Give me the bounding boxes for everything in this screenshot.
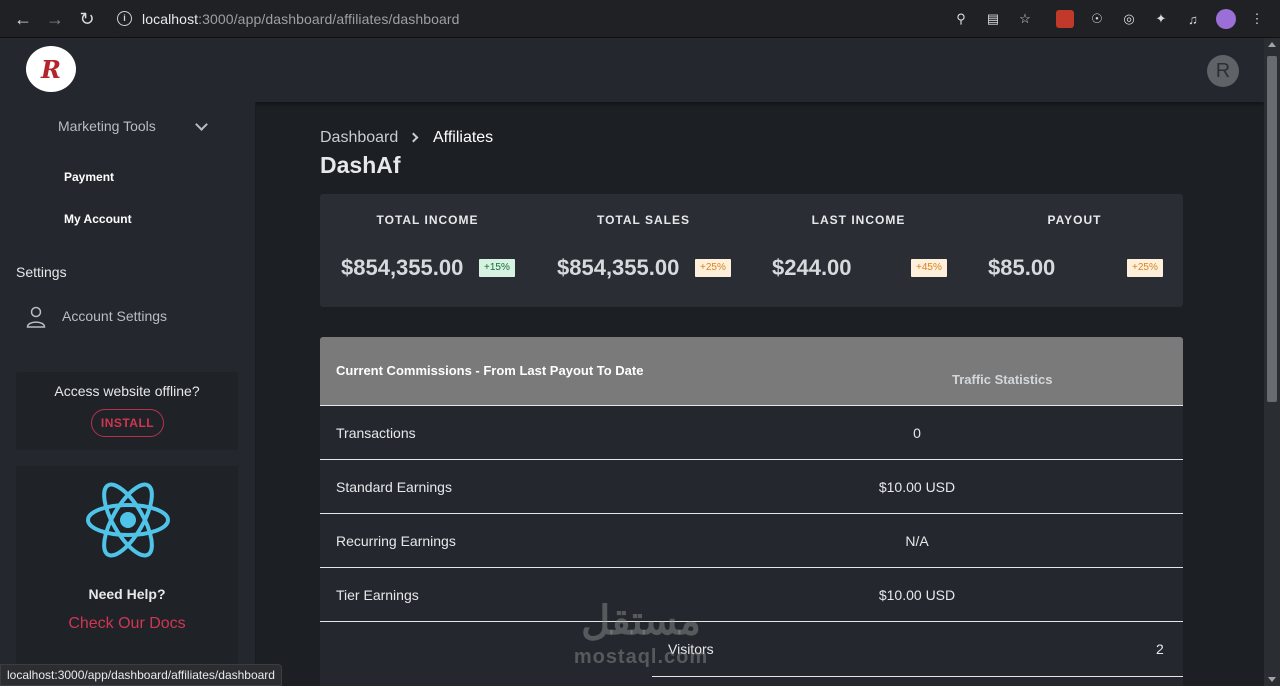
translate-icon[interactable]: ▤ <box>984 10 1002 28</box>
scroll-thumb[interactable] <box>1267 56 1277 402</box>
reload-icon[interactable]: ↻ <box>76 8 98 30</box>
menu-icon[interactable]: ⋮ <box>1248 10 1266 28</box>
help-card: Need Help? Check Our Docs <box>16 466 238 686</box>
stat-value: $85.00 <box>988 255 1056 280</box>
sidebar: Marketing Tools Payment My Account Setti… <box>0 102 256 686</box>
star-icon[interactable]: ☆ <box>1016 10 1034 28</box>
stat-label: LAST INCOME <box>811 213 906 227</box>
sidebar-item-payment[interactable]: Payment <box>64 170 114 184</box>
stat-badge: +15% <box>479 259 515 277</box>
row-divider <box>652 676 1183 677</box>
row-value: $10.00 USD <box>878 479 956 495</box>
breadcrumb-dashboard[interactable]: Dashboard <box>320 129 398 147</box>
address-url[interactable]: localhost:3000/app/dashboard/affiliates/… <box>142 11 460 27</box>
user-icon <box>26 306 46 328</box>
page-scrollbar[interactable] <box>1264 38 1280 686</box>
extension-icon[interactable] <box>1056 10 1074 28</box>
app-logo[interactable]: R <box>26 46 76 92</box>
site-info-icon[interactable]: i <box>117 11 132 26</box>
row-value: 2 <box>1156 641 1164 657</box>
chevron-right-icon <box>408 132 419 143</box>
row-value: $10.00 USD <box>878 587 956 603</box>
stat-total-sales: TOTAL SALES $854,355.00 +25% <box>536 194 751 307</box>
stat-value: $244.00 <box>772 255 852 280</box>
stat-badge: +45% <box>911 259 947 277</box>
forward-icon[interactable]: → <box>44 8 66 30</box>
breadcrumb-affiliates: Affiliates <box>433 129 494 146</box>
install-button[interactable]: INSTALL <box>91 409 164 437</box>
header-traffic-statistics: Traffic Statistics <box>952 372 1053 387</box>
stat-label: TOTAL INCOME <box>376 213 479 227</box>
user-avatar[interactable]: R <box>1207 55 1239 87</box>
docs-link[interactable]: Check Our Docs <box>16 615 238 633</box>
media-icon[interactable]: ♫ <box>1184 10 1202 28</box>
row-label: Visitors <box>668 641 714 657</box>
scroll-up-icon[interactable] <box>1268 42 1276 47</box>
row-value: 0 <box>913 425 921 441</box>
key-icon[interactable]: ⚲ <box>952 10 970 28</box>
shield-icon[interactable]: ☉ <box>1088 10 1106 28</box>
commissions-table: Current Commissions - From Last Payout T… <box>320 337 1183 686</box>
stat-last-income: LAST INCOME $244.00 +45% <box>751 194 966 307</box>
table-header: Current Commissions - From Last Payout T… <box>320 337 1183 406</box>
traffic-row-visitors: Visitors 2 <box>320 622 1183 676</box>
page-title: DashAf <box>320 152 401 178</box>
stat-label: PAYOUT <box>1047 213 1102 227</box>
sidebar-section-settings: Settings <box>16 264 67 280</box>
header-commissions: Current Commissions - From Last Payout T… <box>336 363 644 378</box>
stat-value: $854,355.00 <box>557 255 680 280</box>
stat-badge: +25% <box>695 259 731 277</box>
profile-icon[interactable] <box>1216 9 1236 29</box>
stat-total-income: TOTAL INCOME $854,355.00 +15% <box>320 194 535 307</box>
chevron-down-icon[interactable] <box>195 118 208 131</box>
back-icon[interactable]: ← <box>12 8 34 30</box>
status-bar-url: localhost:3000/app/dashboard/affiliates/… <box>0 664 282 686</box>
table-row: Tier Earnings $10.00 USD <box>320 568 1183 622</box>
need-help-text: Need Help? <box>88 586 166 602</box>
sidebar-item-account-settings[interactable]: Account Settings <box>62 308 167 324</box>
sidebar-item-my-account[interactable]: My Account <box>64 212 132 226</box>
offline-card: Access website offline? INSTALL <box>16 372 238 450</box>
stat-value: $854,355.00 <box>341 255 464 280</box>
puzzle-icon[interactable]: ✦ <box>1152 10 1170 28</box>
table-row: Recurring Earnings N/A <box>320 514 1183 568</box>
table-row: Standard Earnings $10.00 USD <box>320 460 1183 514</box>
stat-label: TOTAL SALES <box>596 213 690 227</box>
browser-toolbar: ← → ↻ i localhost:3000/app/dashboard/aff… <box>0 0 1280 38</box>
stat-payout: PAYOUT $85.00 +25% <box>967 194 1182 307</box>
table-row: Transactions 0 <box>320 406 1183 460</box>
stat-badge: +25% <box>1127 259 1163 277</box>
row-value: N/A <box>905 533 929 549</box>
sidebar-item-marketing-tools[interactable]: Marketing Tools <box>58 118 156 134</box>
offline-question: Access website offline? <box>54 383 200 399</box>
scroll-down-icon[interactable] <box>1268 677 1276 682</box>
react-logo-icon <box>86 482 170 558</box>
target-icon[interactable]: ◎ <box>1120 10 1138 28</box>
app-header: R R <box>0 38 1264 102</box>
stats-card: TOTAL INCOME $854,355.00 +15% TOTAL SALE… <box>320 194 1183 307</box>
